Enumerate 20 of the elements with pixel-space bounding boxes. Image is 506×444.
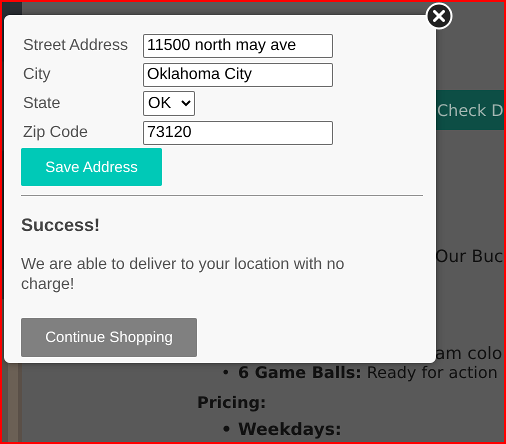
input-field[interactable]: 11500 north may ave	[143, 34, 333, 58]
close-button[interactable]	[425, 2, 453, 30]
field-label: State	[23, 94, 62, 114]
input-field[interactable]: 73120	[143, 120, 333, 144]
field-label: City	[23, 65, 52, 85]
bullet: •	[221, 363, 232, 383]
pricing-item: Weekdays:	[238, 419, 342, 441]
state-select[interactable]: OK	[143, 91, 195, 116]
status-message: We are able to deliver to your location with no charge!	[21, 255, 346, 295]
continue-shopping-button[interactable]: Continue Shopping	[21, 318, 197, 357]
feature-item: 6 Game Balls: Ready for action	[238, 363, 498, 383]
check-button[interactable]: Check D	[435, 90, 504, 130]
pricing-heading: Pricing:	[197, 393, 268, 413]
field-label: Street Address	[23, 36, 129, 56]
status-title: Success!	[21, 215, 102, 236]
field-label: Zip Code	[23, 123, 89, 143]
body-text: Our Buc	[435, 247, 504, 267]
input-field[interactable]: Oklahoma City	[143, 62, 333, 86]
bullet: •	[221, 419, 233, 441]
body-text: am colo	[435, 345, 504, 363]
